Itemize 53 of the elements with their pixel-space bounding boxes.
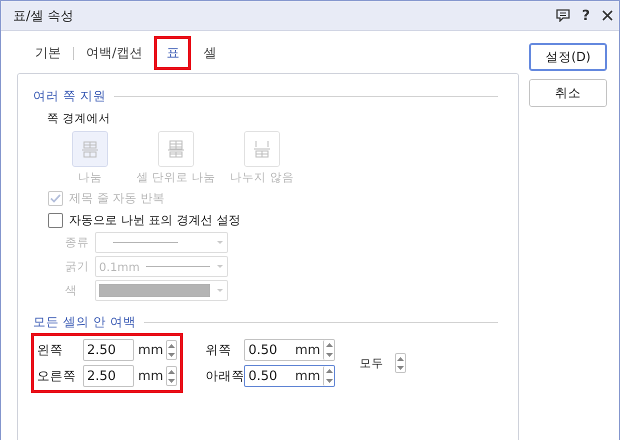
down-arrow-icon [168, 378, 176, 382]
dropdown-caret-icon [216, 288, 224, 293]
down-arrow-icon [168, 352, 176, 356]
up-arrow-icon [326, 343, 333, 347]
table-split-icon [252, 139, 272, 159]
section-title: 모든 셀의 안 여백 [33, 314, 136, 331]
up-arrow-icon [168, 344, 176, 348]
dialog-button[interactable]: 취소 [529, 79, 607, 107]
down-arrow-icon [397, 366, 404, 370]
table-split-icon [80, 139, 100, 159]
tab[interactable]: 셀 [194, 39, 226, 67]
spinner-button[interactable] [323, 366, 334, 386]
option-label: 나누지 않음 [230, 170, 294, 185]
comment-icon[interactable] [556, 9, 570, 22]
field-label: 오른쪽 [37, 368, 77, 384]
option-label: 셀 단위로 나눔 [136, 170, 216, 185]
number-field[interactable]: 2.50 [83, 365, 134, 387]
dropdown-caret-icon [216, 240, 224, 245]
dropdown-caret-icon [216, 264, 224, 269]
field-label: 위쪽 [205, 342, 232, 358]
window-title: 표/셀 속성 [13, 8, 75, 24]
section-title: 여러 쪽 지원 [33, 88, 106, 105]
field-label: 왼쪽 [37, 342, 64, 358]
tab[interactable]: 표 [157, 39, 188, 67]
field-label: 모두 [359, 356, 384, 370]
spinner-button[interactable] [395, 353, 406, 373]
up-arrow-icon [326, 369, 333, 373]
field-label: 색 [65, 283, 78, 298]
tab[interactable]: 여백/캡션 [77, 39, 152, 67]
group-label: 쪽 경계에서 [47, 111, 112, 126]
spinner-button[interactable] [166, 366, 178, 386]
checkbox-label: 제목 줄 자동 반복 [69, 190, 164, 207]
down-arrow-icon [326, 379, 333, 383]
spinner-button[interactable] [166, 340, 178, 360]
spinner-button[interactable] [323, 340, 334, 360]
unit-label: mm [138, 342, 164, 358]
down-arrow-icon [326, 353, 333, 357]
dialog-button[interactable]: 설정(D) [529, 43, 607, 71]
number-field[interactable]: 2.50 [83, 339, 134, 361]
field-label: 아래쪽 [205, 368, 244, 384]
up-arrow-icon [397, 356, 404, 360]
number-field[interactable]: 0.50 mm [244, 339, 336, 361]
field-label: 종류 [65, 235, 90, 250]
unit-label: mm [138, 368, 164, 384]
table-split-icon [166, 139, 186, 159]
checkbox-label: 자동으로 나뉜 표의 경계선 설정 [69, 212, 240, 229]
tab[interactable]: 기본 [26, 39, 70, 67]
number-field[interactable]: 0.50 mm [244, 365, 336, 387]
help-button[interactable]: ? [582, 8, 590, 24]
option-label: 나눔 [78, 170, 102, 185]
close-icon[interactable] [602, 10, 613, 21]
up-arrow-icon [168, 370, 176, 374]
field-label: 굵기 [65, 259, 90, 274]
